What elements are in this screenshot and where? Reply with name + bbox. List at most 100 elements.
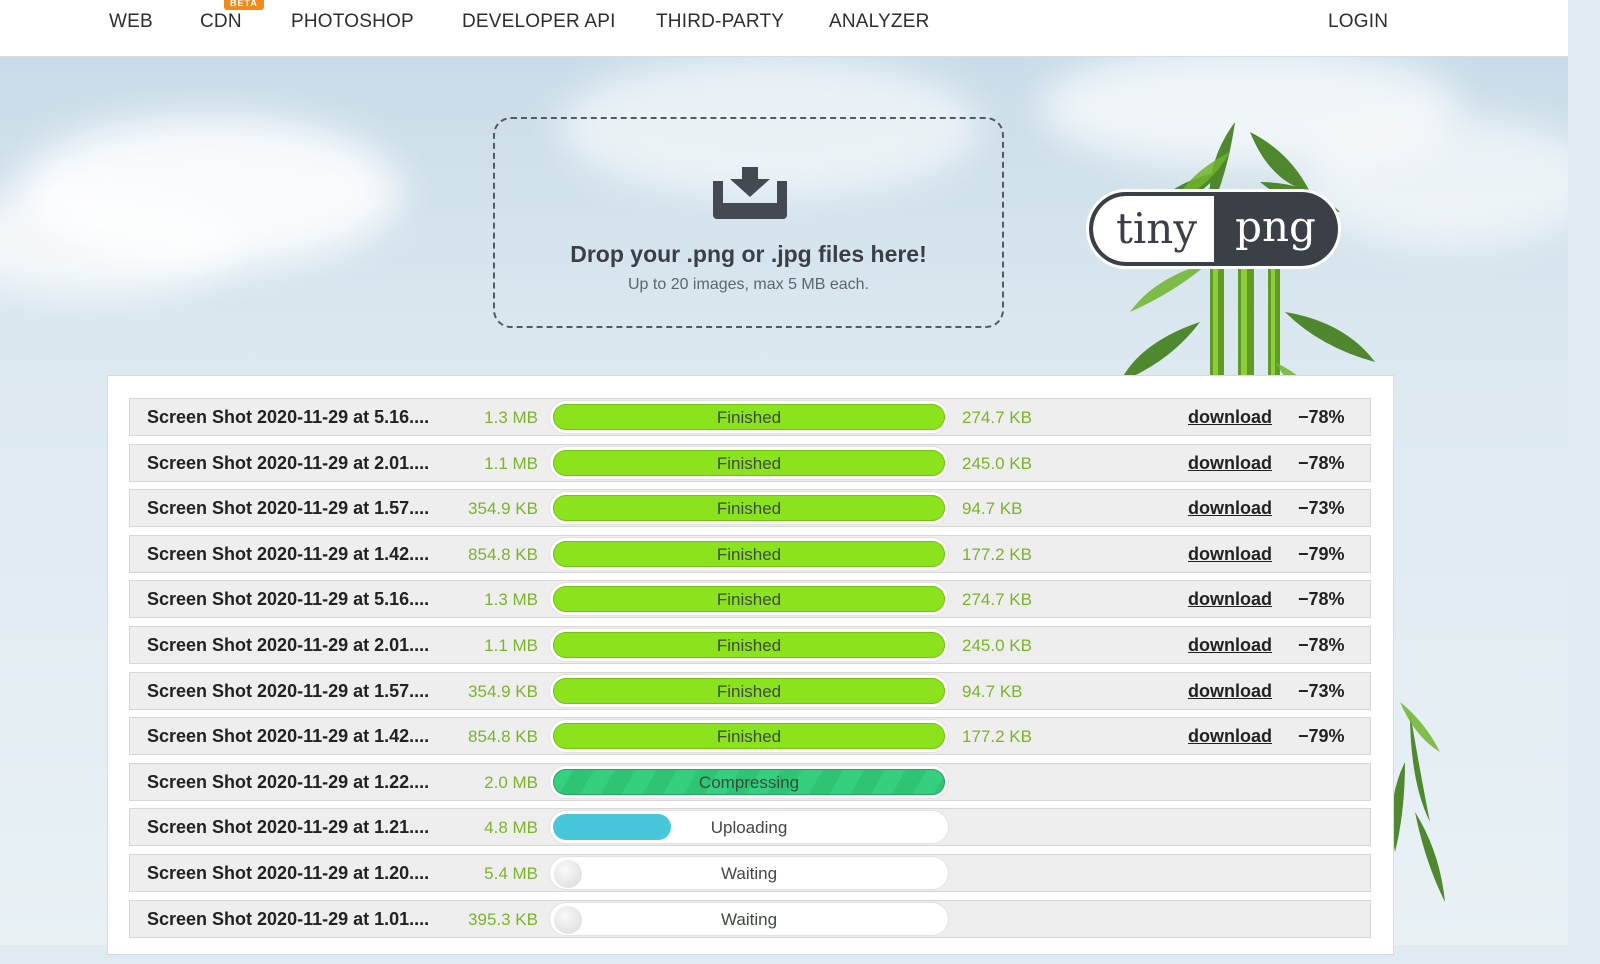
file-row: Screen Shot 2020-11-29 at 1.42.... 854.8 …: [129, 534, 1371, 573]
file-name: Screen Shot 2020-11-29 at 1.01....: [147, 908, 430, 929]
compressed-size: 177.2 KB: [962, 544, 1032, 564]
savings-percent: −78%: [1298, 452, 1345, 473]
file-name: Screen Shot 2020-11-29 at 2.01....: [147, 452, 430, 473]
status-label: Waiting: [720, 864, 778, 883]
progress-bar: Finished: [549, 673, 949, 708]
file-row: Screen Shot 2020-11-29 at 2.01.... 1.1 MB…: [129, 626, 1371, 664]
top-navigation: WEB CDN BETA PHOTOSHOP DEVELOPER API THI…: [0, 0, 1568, 57]
compressed-size: 177.2 KB: [962, 727, 1032, 747]
original-size: 1.1 MB: [484, 453, 538, 473]
file-row: Screen Shot 2020-11-29 at 1.21.... 4.8 MB…: [129, 808, 1371, 847]
file-name: Screen Shot 2020-11-29 at 1.42....: [147, 726, 430, 747]
savings-percent: −78%: [1298, 407, 1345, 427]
nav-photoshop[interactable]: PHOTOSHOP: [291, 11, 414, 33]
file-row: Screen Shot 2020-11-29 at 2.01.... 1.1 MB…: [129, 443, 1371, 482]
download-link[interactable]: download: [1188, 726, 1272, 747]
file-row: Screen Shot 2020-11-29 at 1.22.... 2.0 MB…: [129, 762, 1371, 801]
savings-percent: −78%: [1298, 589, 1345, 610]
file-name: Screen Shot 2020-11-29 at 5.16....: [147, 407, 430, 427]
file-row: Screen Shot 2020-11-29 at 1.57.... 354.9 …: [129, 671, 1371, 710]
drop-zone[interactable]: Drop your .png or .jpg files here! Up to…: [493, 117, 1004, 328]
file-row: Screen Shot 2020-11-29 at 5.16.... 1.3 MB…: [129, 398, 1371, 436]
savings-percent: −79%: [1298, 726, 1345, 747]
file-name: Screen Shot 2020-11-29 at 1.20....: [147, 863, 430, 883]
nav-third-party[interactable]: THIRD-PARTY: [656, 11, 784, 33]
original-size: 354.9 KB: [468, 499, 538, 519]
download-tray-icon: [713, 167, 787, 219]
results-panel: Screen Shot 2020-11-29 at 5.16.... 1.3 MB…: [107, 375, 1394, 955]
status-label: Finished: [716, 636, 782, 655]
status-label: Finished: [716, 681, 782, 701]
status-label: Finished: [716, 453, 782, 473]
file-row: Screen Shot 2020-11-29 at 1.57.... 354.9 …: [129, 489, 1371, 528]
original-size: 854.8 KB: [468, 727, 538, 747]
original-size: 1.3 MB: [484, 590, 538, 610]
savings-percent: −73%: [1298, 498, 1345, 519]
original-size: 1.3 MB: [484, 408, 538, 427]
progress-bar: Finished: [549, 400, 949, 434]
file-name: Screen Shot 2020-11-29 at 1.42....: [147, 543, 430, 564]
original-size: 5.4 MB: [484, 864, 538, 883]
file-row: Screen Shot 2020-11-29 at 5.16.... 1.3 MB…: [129, 580, 1371, 619]
original-size: 395.3 KB: [468, 909, 538, 929]
beta-badge: BETA: [224, 0, 264, 10]
original-size: 354.9 KB: [468, 681, 538, 701]
status-label: Finished: [716, 499, 782, 519]
progress-bar: Finished: [549, 445, 949, 480]
file-name: Screen Shot 2020-11-29 at 1.21....: [147, 817, 430, 838]
file-name: Screen Shot 2020-11-29 at 5.16....: [147, 589, 430, 610]
progress-bar: Compressing: [549, 764, 949, 799]
status-label: Finished: [716, 408, 782, 427]
compressed-size: 245.0 KB: [962, 636, 1032, 655]
progress-bar: Finished: [549, 628, 949, 662]
savings-percent: −79%: [1298, 543, 1345, 564]
nav-web[interactable]: WEB: [109, 11, 153, 33]
compressed-size: 274.7 KB: [962, 590, 1032, 610]
status-label: Compressing: [698, 772, 800, 792]
download-link[interactable]: download: [1188, 589, 1272, 610]
drop-title: Drop your .png or .jpg files here!: [570, 241, 927, 267]
nav-cdn[interactable]: CDN: [200, 11, 242, 33]
progress-bar: Waiting: [549, 901, 949, 936]
progress-bar: Finished: [549, 536, 949, 571]
original-size: 4.8 MB: [484, 818, 538, 838]
compressed-size: 274.7 KB: [962, 408, 1032, 427]
nav-analyzer[interactable]: ANALYZER: [829, 11, 930, 33]
savings-percent: −78%: [1298, 635, 1345, 655]
download-link[interactable]: download: [1188, 453, 1272, 474]
progress-bar: Uploading: [549, 810, 949, 845]
logo-tiny-text: tiny: [1093, 196, 1214, 262]
compressed-size: 94.7 KB: [962, 499, 1023, 519]
file-row: Screen Shot 2020-11-29 at 1.20.... 5.4 MB…: [129, 854, 1371, 892]
status-label: Finished: [716, 544, 782, 564]
download-link[interactable]: download: [1188, 407, 1272, 428]
tinypng-logo[interactable]: tiny png: [1089, 192, 1338, 266]
logo-png-text: png: [1235, 202, 1316, 251]
progress-bar: Finished: [549, 719, 949, 754]
compressed-size: 245.0 KB: [962, 453, 1032, 473]
file-name: Screen Shot 2020-11-29 at 1.22....: [147, 771, 430, 792]
download-link[interactable]: download: [1188, 544, 1272, 565]
nav-developer-api[interactable]: DEVELOPER API: [462, 11, 616, 33]
status-label: Uploading: [710, 818, 788, 838]
status-label: Finished: [716, 727, 782, 747]
nav-login[interactable]: LOGIN: [1328, 11, 1388, 33]
status-label: Waiting: [720, 909, 778, 929]
original-size: 854.8 KB: [468, 544, 538, 564]
progress-bar: Finished: [549, 582, 949, 617]
savings-percent: −73%: [1298, 680, 1345, 701]
progress-bar: Waiting: [549, 856, 949, 890]
download-link[interactable]: download: [1188, 681, 1272, 702]
file-row: Screen Shot 2020-11-29 at 1.01.... 395.3 …: [129, 899, 1371, 938]
compressed-size: 94.7 KB: [962, 681, 1023, 701]
original-size: 2.0 MB: [484, 772, 538, 792]
file-name: Screen Shot 2020-11-29 at 1.57....: [147, 680, 430, 701]
file-name: Screen Shot 2020-11-29 at 1.57....: [147, 498, 430, 519]
original-size: 1.1 MB: [484, 636, 538, 655]
download-link[interactable]: download: [1188, 635, 1272, 656]
progress-bar: Finished: [549, 491, 949, 526]
file-name: Screen Shot 2020-11-29 at 2.01....: [147, 635, 430, 655]
file-row: Screen Shot 2020-11-29 at 1.42.... 854.8 …: [129, 717, 1371, 756]
download-link[interactable]: download: [1188, 498, 1272, 519]
drop-subtitle: Up to 20 images, max 5 MB each.: [628, 276, 869, 293]
